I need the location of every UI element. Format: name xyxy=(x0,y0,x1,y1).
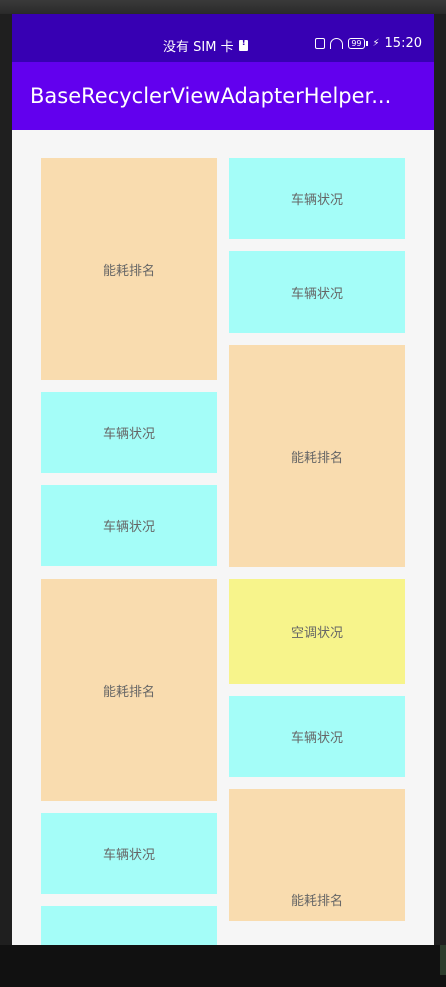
status-bar: 没有 SIM 卡 99 ⚡ 15:20 xyxy=(12,14,434,62)
grid-card-vehicle[interactable]: 车辆状况 xyxy=(229,158,405,239)
grid-card-vehicle[interactable]: 车辆状况 xyxy=(41,392,217,473)
speed-gauge-icon xyxy=(330,38,344,49)
grid-card-vehicle[interactable]: 车辆状况 xyxy=(41,485,217,566)
card-label: 空调状况 xyxy=(290,626,343,641)
grid-card-vehicle[interactable] xyxy=(41,906,217,945)
app-bar: BaseRecyclerViewAdapterHelper... xyxy=(12,62,434,130)
card-label: 车辆状况 xyxy=(102,520,155,535)
grid-card-vehicle[interactable]: 车辆状况 xyxy=(41,813,217,894)
battery-indicator: 99 xyxy=(348,38,368,49)
grid-card-ac[interactable]: 空调状况 xyxy=(229,579,405,684)
card-label: 能耗排名 xyxy=(102,263,155,279)
charging-icon: ⚡ xyxy=(372,38,380,49)
card-label: 能耗排名 xyxy=(102,684,155,700)
card-label: 车辆状况 xyxy=(290,193,343,208)
card-label: 车辆状况 xyxy=(102,848,155,863)
battery-tip-icon xyxy=(365,41,368,46)
sim-status: 没有 SIM 卡 xyxy=(163,36,248,55)
sim-warning-icon xyxy=(238,38,248,51)
card-label: 能耗排名 xyxy=(290,450,343,466)
grid-card-energy[interactable]: 能耗排名 xyxy=(229,345,405,567)
status-icons: 99 ⚡ 15:20 xyxy=(315,36,422,51)
grid-card-energy[interactable]: 能耗排名 xyxy=(229,789,405,921)
grid-card-energy[interactable]: 能耗排名 xyxy=(41,579,217,801)
screen-corner xyxy=(440,945,446,975)
carrier-text: 没有 SIM 卡 xyxy=(163,40,234,55)
screen-bottom-edge xyxy=(0,945,446,987)
card-label: 车辆状况 xyxy=(290,731,343,746)
grid-card-vehicle[interactable]: 车辆状况 xyxy=(229,251,405,333)
card-label: 车辆状况 xyxy=(290,286,343,302)
clock: 15:20 xyxy=(384,36,422,51)
app-title: BaseRecyclerViewAdapterHelper... xyxy=(30,84,392,108)
card-label: 能耗排名 xyxy=(290,894,343,909)
phone-screen: 没有 SIM 卡 99 ⚡ 15:20 BaseRecyclerViewAdap… xyxy=(12,14,434,945)
grid-card-energy[interactable]: 能耗排名 xyxy=(41,158,217,380)
battery-level: 99 xyxy=(348,38,365,49)
card-label: 车辆状况 xyxy=(102,427,155,442)
vibrate-icon xyxy=(315,38,326,49)
grid-card-vehicle[interactable]: 车辆状况 xyxy=(229,696,405,777)
screen-top-edge xyxy=(0,0,446,14)
